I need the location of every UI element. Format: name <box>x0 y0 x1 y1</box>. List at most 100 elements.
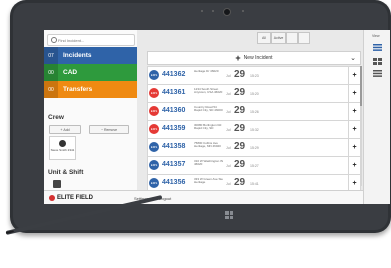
incident-row[interactable]: EMS 441362 Heritage Dr 46020 Jul 29 15:23 + <box>147 66 361 85</box>
plus-icon: + <box>235 52 241 63</box>
grid-view-icon[interactable] <box>373 58 382 65</box>
add-crew-button[interactable]: + Add <box>49 125 81 134</box>
incident-month: Jul <box>226 182 231 186</box>
incident-month: Jul <box>226 128 231 132</box>
incident-day: 29 <box>234 123 246 134</box>
incident-month: Jul <box>226 110 231 114</box>
count-badge: 00 <box>44 81 58 98</box>
remove-crew-button[interactable]: − Remove <box>89 125 129 134</box>
incident-type-chip: EMS <box>149 142 159 152</box>
incident-number: 441360 <box>162 107 186 114</box>
sensor-dot <box>212 10 214 12</box>
new-incident-label: New Incident <box>243 55 273 61</box>
incident-month: Jul <box>226 92 231 96</box>
ambulance-icon[interactable] <box>53 180 61 188</box>
filter-active-button[interactable]: Active <box>271 32 286 44</box>
incident-row[interactable]: EMS 441361 1234 South Street Anytown, USA … <box>147 84 361 103</box>
incident-number: 441361 <box>162 89 186 96</box>
incident-address: 30080 Burlington Rd Rapid City, SD <box>194 123 222 131</box>
add-to-incident-button[interactable]: + <box>348 139 360 156</box>
incident-type-chip: EMS <box>149 106 159 116</box>
count-badge: 00 <box>44 64 58 81</box>
list-view-icon[interactable] <box>373 44 382 51</box>
incident-number: 441359 <box>162 125 186 132</box>
incident-type-chip: EMS <box>149 124 159 134</box>
incident-row[interactable]: EMS 441358 75800 Collins Ave Heritage, MN … <box>147 138 361 157</box>
sidebar-item-label: Transfers <box>63 86 93 93</box>
incident-day: 29 <box>234 177 246 188</box>
incident-day: 29 <box>234 159 246 170</box>
incident-address: 75800 Collins Ave Heritage, MN 46020 <box>194 141 221 149</box>
incident-time: 15:32 <box>250 128 259 132</box>
add-to-incident-button[interactable]: + <box>348 157 360 174</box>
add-to-incident-button[interactable]: + <box>348 67 360 84</box>
incident-row[interactable]: EMS 441359 30080 Burlington Rd Rapid City,… <box>147 120 361 139</box>
scrollbar-thumb[interactable] <box>360 66 362 106</box>
incident-time: 15:20 <box>250 92 259 96</box>
search-box[interactable] <box>47 34 135 46</box>
menu-icon[interactable] <box>373 70 382 77</box>
sidebar: 07 Incidents 00 CAD 00 Transfers Crew + … <box>44 30 137 204</box>
crew-member-card[interactable]: Steve Smith 2341 <box>49 136 76 160</box>
app-logo: ELITE FIELD <box>57 195 93 201</box>
incident-number: 441357 <box>162 161 186 168</box>
incident-address: Country Road 54 Rapid City, SD 46000 <box>194 105 223 113</box>
incident-day: 29 <box>234 87 246 98</box>
avatar <box>59 140 66 147</box>
incident-type-chip: EMS <box>149 178 159 188</box>
incident-month: Jul <box>226 164 231 168</box>
incident-address: Heritage Dr 46020 <box>194 69 219 73</box>
new-incident-button[interactable]: + New Incident ⌄ <box>147 51 361 65</box>
count-badge: 07 <box>44 47 58 64</box>
crew-heading: Crew <box>48 114 64 121</box>
incident-time: 15:29 <box>250 146 259 150</box>
incident-month: Jul <box>226 146 231 150</box>
incident-day: 29 <box>234 69 246 80</box>
filter-all-button[interactable]: All <box>257 32 271 44</box>
toolbar-button[interactable] <box>298 32 310 44</box>
unit-shift-heading: Unit & Shift <box>48 169 84 176</box>
incident-address: 333 W Green Ave Ste Heritage <box>194 177 223 185</box>
view-panel: View <box>363 30 390 204</box>
add-to-incident-button[interactable]: + <box>348 103 360 120</box>
sidebar-item-label: CAD <box>63 69 78 76</box>
sidebar-item-cad[interactable]: 00 CAD <box>44 64 137 81</box>
incident-month: Jul <box>226 74 231 78</box>
camera-icon <box>223 8 231 16</box>
add-to-incident-button[interactable]: + <box>348 121 360 138</box>
stylus-tip <box>5 230 15 234</box>
sidebar-item-label: Incidents <box>63 52 92 59</box>
incident-type-chip: EMS <box>149 160 159 170</box>
incident-list-panel: All Active + New Incident ⌄ EMS 441362 Her… <box>137 30 363 204</box>
incident-number: 441358 <box>162 143 186 150</box>
search-icon <box>51 37 57 43</box>
incident-number: 441362 <box>162 71 186 78</box>
incident-row[interactable]: EMS 441357 310 W Washington IN 46020 Jul 29 1… <box>147 156 361 175</box>
view-label: View <box>372 34 380 38</box>
add-crew-label: Add <box>63 127 70 132</box>
sensor-dot <box>201 10 203 12</box>
elite-field-logo-icon <box>49 195 55 201</box>
chevron-down-icon[interactable]: ⌄ <box>350 54 356 62</box>
remove-crew-label: Remove <box>103 127 118 132</box>
incident-day: 29 <box>234 105 246 116</box>
footer-bar: ELITE FIELD Settings Logout <box>44 190 363 204</box>
windows-logo-icon[interactable] <box>225 211 233 219</box>
incident-number: 441356 <box>162 179 186 186</box>
incident-type-chip: EMS <box>149 70 159 80</box>
app-screen: 07 Incidents 00 CAD 00 Transfers Crew + … <box>44 30 390 204</box>
incident-time: 15:23 <box>250 74 259 78</box>
incident-time: 15:27 <box>250 164 259 168</box>
toolbar-button[interactable] <box>286 32 298 44</box>
incident-time: 15:41 <box>250 182 259 186</box>
sidebar-item-incidents[interactable]: 07 Incidents <box>44 47 137 64</box>
crew-member-name: Steve Smith 2341 <box>50 148 75 152</box>
incident-address: 1234 South Street Anytown, USA 46020 <box>194 87 223 95</box>
add-to-incident-button[interactable]: + <box>348 85 360 102</box>
search-input[interactable] <box>58 35 128 45</box>
incident-time: 15:26 <box>250 110 259 114</box>
tablet-device: 07 Incidents 00 CAD 00 Transfers Crew + … <box>10 0 391 233</box>
incident-row[interactable]: EMS 441360 Country Road 54 Rapid City, SD … <box>147 102 361 121</box>
sidebar-item-transfers[interactable]: 00 Transfers <box>44 81 137 98</box>
incident-type-chip: EMS <box>149 88 159 98</box>
